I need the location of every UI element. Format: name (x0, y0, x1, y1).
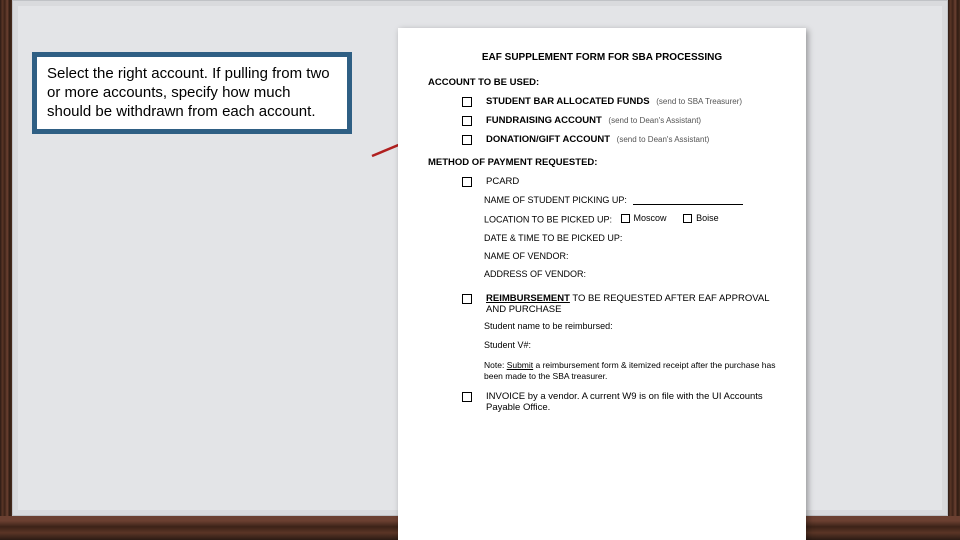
vendor-name-label: NAME OF VENDOR: (484, 251, 569, 261)
reimb-student-v: Student V#: (484, 340, 776, 352)
pickup-name-row: NAME OF STUDENT PICKING UP: (484, 195, 776, 205)
checkbox[interactable] (621, 214, 630, 223)
form-page: EAF SUPPLEMENT FORM FOR SBA PROCESSING A… (398, 28, 806, 540)
checkbox[interactable] (462, 177, 472, 187)
reimb-label: REIMBURSEMENT (486, 293, 570, 304)
location-opt-0: Moscow (634, 213, 667, 223)
slide-inner: Select the right account. If pulling fro… (18, 6, 942, 510)
datetime-label: DATE & TIME TO BE PICKED UP: (484, 233, 622, 243)
pickup-name-label: NAME OF STUDENT PICKING UP: (484, 195, 627, 205)
slide-stage: Select the right account. If pulling fro… (0, 0, 960, 540)
reimbursement-option: REIMBURSEMENT TO BE REQUESTED AFTER EAF … (462, 293, 776, 315)
account-hint-1: (send to Dean's Assistant) (608, 116, 701, 125)
checkbox[interactable] (462, 392, 472, 402)
account-option-1: FUNDRAISING ACCOUNT (send to Dean's Assi… (462, 115, 776, 126)
account-option-0: STUDENT BAR ALLOCATED FUNDS (send to SBA… (462, 96, 776, 107)
note-action: Submit (507, 360, 533, 370)
checkbox[interactable] (462, 97, 472, 107)
method-section-label: METHOD OF PAYMENT REQUESTED: (428, 157, 776, 168)
account-label-0: STUDENT BAR ALLOCATED FUNDS (486, 96, 650, 107)
instruction-callout: Select the right account. If pulling fro… (32, 52, 352, 134)
checkbox[interactable] (462, 135, 472, 145)
border-right (948, 0, 960, 540)
border-left (0, 0, 12, 540)
invoice-text: INVOICE by a vendor. A current W9 is on … (486, 391, 776, 413)
account-hint-2: (send to Dean's Assistant) (617, 135, 710, 144)
note-prefix: Note: (484, 360, 507, 370)
checkbox[interactable] (462, 294, 472, 304)
reimb-note: Note: Submit a reimbursement form & item… (484, 360, 776, 381)
instruction-text: Select the right account. If pulling fro… (47, 65, 337, 121)
pcard-option: PCARD (462, 176, 776, 187)
slide-background: Select the right account. If pulling fro… (12, 0, 948, 516)
location-label: LOCATION TO BE PICKED UP: (484, 215, 612, 225)
account-section-label: ACCOUNT TO BE USED: (428, 77, 776, 88)
vendor-addr-row: ADDRESS OF VENDOR: (484, 269, 776, 279)
checkbox[interactable] (683, 214, 692, 223)
account-option-2: DONATION/GIFT ACCOUNT (send to Dean's As… (462, 134, 776, 145)
vendor-addr-label: ADDRESS OF VENDOR: (484, 269, 586, 279)
reimb-student-name: Student name to be reimbursed: (484, 321, 776, 333)
datetime-row: DATE & TIME TO BE PICKED UP: (484, 233, 776, 243)
pcard-label: PCARD (486, 176, 519, 187)
account-hint-0: (send to SBA Treasurer) (656, 97, 742, 106)
pickup-name-field[interactable] (633, 195, 743, 205)
account-label-1: FUNDRAISING ACCOUNT (486, 115, 602, 126)
vendor-name-row: NAME OF VENDOR: (484, 251, 776, 261)
invoice-option: INVOICE by a vendor. A current W9 is on … (462, 391, 776, 413)
account-label-2: DONATION/GIFT ACCOUNT (486, 134, 610, 145)
location-opt-1: Boise (696, 213, 719, 223)
checkbox[interactable] (462, 116, 472, 126)
location-row: LOCATION TO BE PICKED UP: Moscow Boise (484, 213, 776, 225)
form-title: EAF SUPPLEMENT FORM FOR SBA PROCESSING (428, 52, 776, 63)
